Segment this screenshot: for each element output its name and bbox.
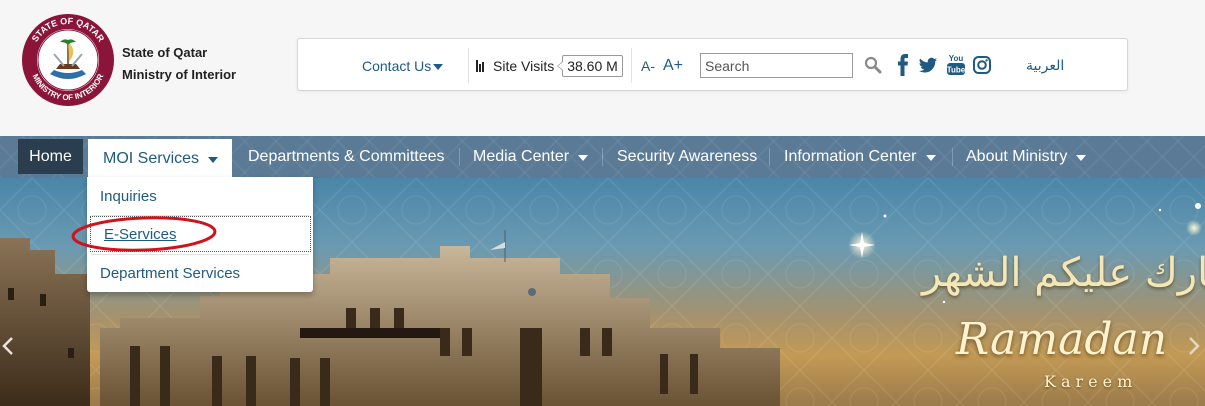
nav-about-ministry-label: About Ministry	[966, 148, 1068, 165]
nav-moi-services[interactable]: MOI Services	[88, 139, 232, 178]
organization-name: State of Qatar Ministry of Interior	[122, 42, 236, 86]
chevron-down-icon	[925, 155, 936, 161]
site-header: STATE OF QATAR MINISTRY OF INTERIOR Stat…	[0, 0, 1205, 136]
nav-information-center-label: Information Center	[784, 148, 917, 165]
svg-text:Tube: Tube	[947, 66, 966, 75]
bar-chart-icon	[476, 59, 485, 72]
chevron-right-icon[interactable]	[1188, 336, 1200, 356]
instagram-icon[interactable]	[972, 53, 992, 77]
twitter-icon[interactable]	[918, 53, 938, 77]
font-decrease-button[interactable]: A-	[641, 58, 655, 74]
nav-home[interactable]: Home	[18, 139, 83, 174]
nav-moi-services-label: MOI Services	[103, 149, 200, 167]
nav-departments-committees[interactable]: Departments & Committees	[248, 136, 445, 178]
nav-departments-label: Departments & Committees	[248, 148, 445, 165]
dropdown-item-label: Department Services	[100, 264, 241, 282]
org-line-state: State of Qatar	[122, 45, 208, 60]
contact-us-label: Contact Us	[362, 57, 432, 74]
nav-media-center[interactable]: Media Center	[473, 136, 589, 178]
facebook-icon[interactable]	[896, 53, 910, 77]
search-field[interactable]	[700, 53, 853, 78]
font-increase-button[interactable]: A+	[663, 57, 683, 75]
nav-divider	[769, 148, 770, 166]
dropdown-item-inquiries[interactable]: Inquiries	[87, 178, 313, 214]
font-size-controls: A- A+	[641, 39, 683, 92]
nav-media-center-label: Media Center	[473, 148, 570, 165]
nav-divider	[602, 148, 603, 166]
youtube-icon[interactable]: You Tube	[946, 53, 966, 77]
site-visits-label: Site Visits	[493, 57, 555, 74]
chevron-down-icon	[1076, 155, 1087, 161]
nav-security-awareness[interactable]: Security Awareness	[617, 136, 757, 178]
nav-information-center[interactable]: Information Center	[784, 136, 936, 178]
chevron-left-icon[interactable]	[2, 336, 14, 356]
highlight-circle-annotation	[71, 216, 217, 252]
nav-home-label: Home	[29, 147, 72, 165]
contact-us-dropdown[interactable]: Contact Us	[362, 39, 444, 92]
search-icon[interactable]	[864, 56, 882, 74]
utility-toolbar: Contact Us Site Visits 38.60 M A- A+ Sea…	[297, 38, 1128, 91]
site-visits-counter: 38.60 M	[557, 54, 623, 77]
chevron-down-icon	[433, 63, 444, 70]
site-visits: Site Visits 38.60 M	[476, 39, 623, 92]
ramadan-greeting-arabic: مبارك عليكم الشهر	[922, 250, 1205, 296]
org-line-ministry: Ministry of Interior	[122, 67, 237, 82]
nav-divider	[952, 148, 953, 166]
nav-security-awareness-label: Security Awareness	[617, 148, 758, 165]
chevron-down-icon	[208, 156, 219, 163]
dropdown-item-department-services[interactable]: Department Services	[87, 255, 313, 291]
ramadan-title: Ramadan	[956, 314, 1168, 365]
nav-about-ministry[interactable]: About Ministry	[966, 136, 1087, 178]
dropdown-item-label: Inquiries	[100, 187, 157, 205]
svg-text:You: You	[949, 54, 964, 63]
search-input[interactable]	[701, 54, 852, 77]
language-switch-arabic[interactable]: العربية	[1026, 39, 1064, 92]
moi-logo[interactable]: STATE OF QATAR MINISTRY OF INTERIOR	[20, 12, 116, 108]
nav-divider	[459, 148, 460, 166]
toolbar-divider	[631, 48, 632, 83]
kareem-subtitle: Kareem	[1044, 372, 1138, 391]
chevron-down-icon	[578, 155, 589, 161]
main-navigation: Home MOI Services Departments & Committe…	[0, 136, 1205, 178]
toolbar-divider	[468, 48, 469, 83]
